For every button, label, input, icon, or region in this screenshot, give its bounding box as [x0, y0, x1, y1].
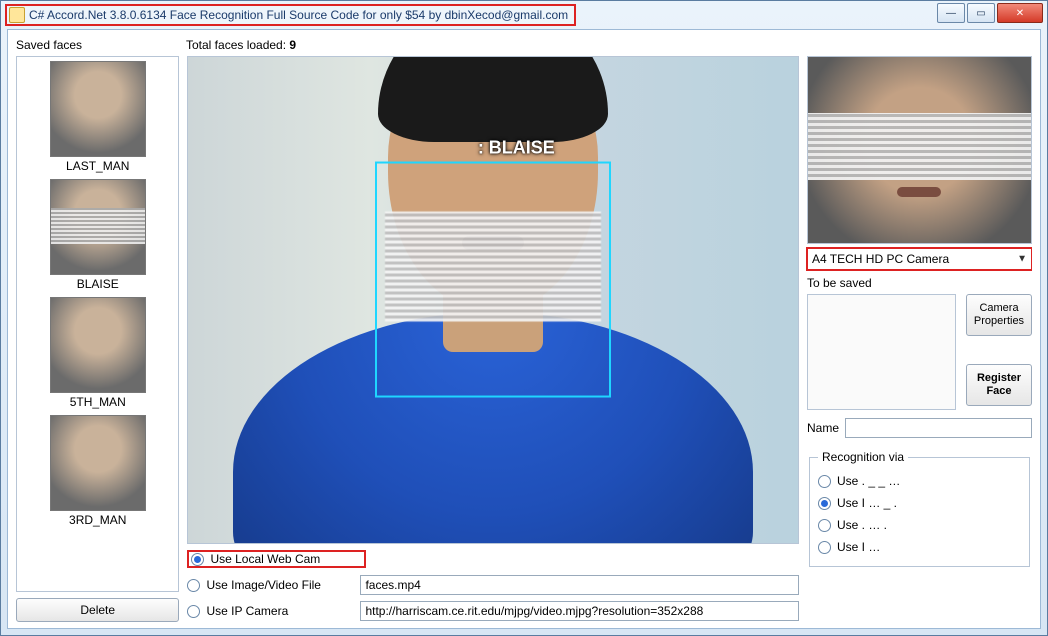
image-video-path-input[interactable]: faces.mp4 [360, 575, 799, 595]
recognized-name-label: : BLAISE [478, 138, 555, 159]
delete-button[interactable]: Delete [16, 598, 179, 622]
radio-recog-4-label: Use I … [837, 540, 880, 554]
chevron-down-icon: ▼ [1017, 254, 1027, 265]
radio-recog-1[interactable] [818, 475, 831, 488]
face-caption: 5TH_MAN [19, 395, 176, 409]
radio-ip-camera[interactable] [187, 605, 200, 618]
face-caption: BLAISE [19, 277, 176, 291]
redaction-overlay [385, 212, 601, 322]
maximize-button[interactable]: ▭ [967, 3, 995, 23]
radio-recog-2[interactable] [818, 497, 831, 510]
to-be-saved-label: To be saved [807, 276, 1032, 290]
redaction-overlay [51, 208, 145, 244]
radio-recog-3-label: Use . … . [837, 518, 887, 532]
radio-recog-1-label: Use . _ _ … [837, 474, 900, 488]
register-face-button[interactable]: RegisterFace [966, 364, 1032, 406]
face-thumbnail [50, 297, 146, 393]
total-faces-value: 9 [289, 38, 296, 52]
name-input[interactable] [845, 418, 1032, 438]
to-be-saved-row: CameraProperties RegisterFace [807, 294, 1032, 410]
right-column: A4 TECH HD PC Camera ▼ To be saved Camer… [807, 56, 1032, 622]
face-thumbnail [50, 415, 146, 511]
total-faces-label: Total faces loaded: 9 [186, 38, 296, 52]
saved-faces-list[interactable]: LAST_MAN BLAISE 5TH_MAN 3RD_MAN [16, 56, 179, 592]
recognition-via-group: Recognition via Use . _ _ … Use I … _ . … [809, 450, 1030, 567]
person-graphic: : BLAISE [273, 102, 713, 542]
saved-face-item[interactable]: 5TH_MAN [19, 297, 176, 409]
radio-recog-3[interactable] [818, 519, 831, 532]
radio-image-video-label: Use Image/Video File [206, 578, 354, 592]
radio-image-video[interactable] [187, 579, 200, 592]
radio-recog-2-label: Use I … _ . [837, 496, 897, 510]
minimize-button[interactable]: — [937, 3, 965, 23]
video-preview: : BLAISE [187, 56, 799, 544]
radio-local-webcam-label: Use Local Web Cam [210, 552, 358, 566]
camera-select[interactable]: A4 TECH HD PC Camera ▼ [807, 248, 1032, 270]
main-row: LAST_MAN BLAISE 5TH_MAN 3RD_MAN Delete : BL… [16, 56, 1032, 622]
captured-face-preview [807, 56, 1032, 244]
saved-faces-label: Saved faces [16, 38, 186, 52]
radio-ip-camera-label: Use IP Camera [206, 604, 354, 618]
app-icon [9, 7, 25, 23]
name-row: Name [807, 418, 1032, 438]
window-controls: — ▭ ✕ [937, 3, 1043, 23]
source-options: Use Local Web Cam Use Image/Video File f… [187, 548, 799, 622]
camera-properties-button[interactable]: CameraProperties [966, 294, 1032, 336]
face-thumbnail [50, 179, 146, 275]
top-labels: Saved faces Total faces loaded: 9 [16, 36, 1032, 54]
radio-recog-4[interactable] [818, 541, 831, 554]
name-label: Name [807, 421, 839, 435]
center-column: : BLAISE Use Local Web Cam Us [187, 56, 799, 622]
title-highlight: C# Accord.Net 3.8.0.6134 Face Recognitio… [5, 4, 576, 26]
client-area: Saved faces Total faces loaded: 9 LAST_M… [7, 29, 1041, 629]
ip-camera-url-input[interactable]: http://harriscam.ce.rit.edu/mjpg/video.m… [360, 601, 799, 621]
camera-select-value: A4 TECH HD PC Camera [812, 252, 949, 266]
redaction-overlay [808, 113, 1031, 180]
titlebar: C# Accord.Net 3.8.0.6134 Face Recognitio… [1, 1, 1047, 29]
face-thumbnail [50, 61, 146, 157]
use-local-webcam-highlight: Use Local Web Cam [187, 550, 366, 568]
saved-face-item[interactable]: 3RD_MAN [19, 415, 176, 527]
face-bounding-box: : BLAISE [375, 162, 611, 398]
saved-faces-column: LAST_MAN BLAISE 5TH_MAN 3RD_MAN Delete [16, 56, 179, 622]
saved-face-item[interactable]: LAST_MAN [19, 61, 176, 173]
radio-local-webcam[interactable] [191, 553, 204, 566]
face-caption: 3RD_MAN [19, 513, 176, 527]
close-button[interactable]: ✕ [997, 3, 1043, 23]
face-caption: LAST_MAN [19, 159, 176, 173]
window-title: C# Accord.Net 3.8.0.6134 Face Recognitio… [29, 8, 568, 22]
to-be-saved-preview [807, 294, 956, 410]
app-window: C# Accord.Net 3.8.0.6134 Face Recognitio… [0, 0, 1048, 636]
recognition-via-legend: Recognition via [818, 450, 908, 464]
saved-face-item[interactable]: BLAISE [19, 179, 176, 291]
